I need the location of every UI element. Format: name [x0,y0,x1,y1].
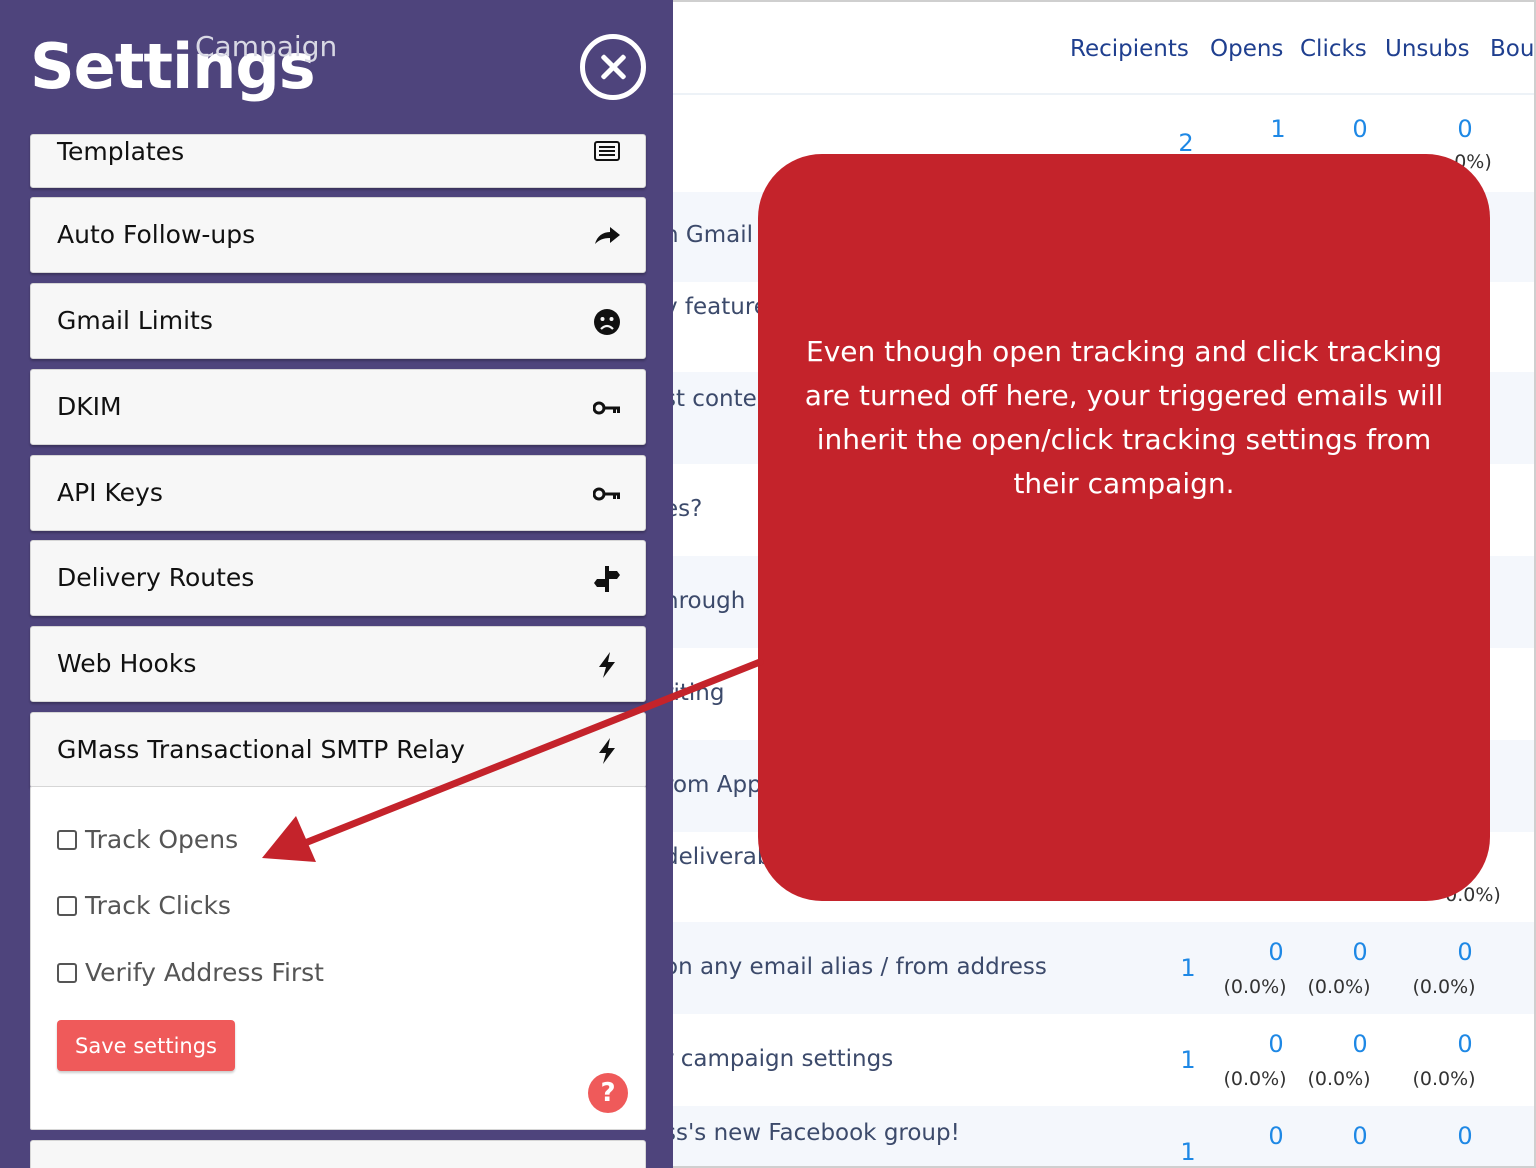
menu-item-web-hooks[interactable]: Web Hooks [30,626,646,702]
clicks-percent: (0.0%) [1307,976,1371,998]
column-bounces[interactable]: Bou [1490,36,1534,62]
recipients-count[interactable]: 1 [1158,1046,1218,1074]
clicks-count[interactable]: 0 [1330,115,1390,143]
callout-text: Even though open tracking and click trac… [804,334,1444,500]
menu-item-auto-follow-ups[interactable]: Auto Follow-ups [30,197,646,273]
key-icon [593,480,621,508]
campaign-subject[interactable]: hrough [664,588,745,614]
column-recipients[interactable]: Recipients [1070,36,1189,62]
opens-percent: (0.0%) [1223,976,1287,998]
recipients-count[interactable]: 1 [1158,1138,1218,1166]
verify-address-label: Verify Address First [85,958,324,987]
list-icon [593,137,621,165]
verify-address-checkbox[interactable] [57,962,77,983]
menu-item-label: Auto Follow-ups [57,220,256,249]
column-opens[interactable]: Opens [1210,36,1283,62]
menu-item-label: GMass Transactional SMTP Relay [57,735,465,764]
opens-percent: (0.0%) [1223,1068,1287,1090]
save-settings-button[interactable]: Save settings [57,1020,235,1071]
unsubs-percent: (0.0%) [1412,1068,1476,1090]
menu-item-delivery-routes[interactable]: Delivery Routes [30,540,646,616]
column-unsubs[interactable]: Unsubs [1385,36,1470,62]
table-row[interactable]: r campaign settings 1 0 0 0 (0.0%) (0.0%… [664,1014,1536,1106]
settings-panel: Settings Templates Auto Follow-ups Gmail… [0,0,673,1168]
menu-item-dkim[interactable]: DKIM [30,369,646,445]
unsubs-count[interactable]: 0 [1435,1030,1495,1058]
menu-item-label: DKIM [57,392,122,421]
opens-count[interactable]: 1 [1248,115,1308,143]
recipients-count[interactable]: 2 [1156,129,1216,157]
key-icon [593,394,621,422]
bolt-icon [593,651,621,679]
menu-item-templates[interactable]: Templates [30,134,646,188]
menu-item-label: API Keys [57,478,163,507]
campaign-subject[interactable]: v feature [664,294,768,320]
campaign-subject[interactable]: rom App [664,772,762,798]
unsubs-percent: (0.0%) [1412,976,1476,998]
campaign-subject[interactable]: r campaign settings [664,1046,893,1072]
track-opens-checkbox[interactable] [57,829,77,850]
menu-item-api-keys[interactable]: API Keys [30,455,646,531]
sad-face-icon [593,308,621,336]
campaign-subject[interactable]: deliverab [664,844,771,870]
campaign-table-header: Recipients Opens Clicks Unsubs Bou [672,0,1536,95]
menu-item-smtp-relay[interactable]: GMass Transactional SMTP Relay [30,712,646,788]
campaign-subject[interactable]: ss's new Facebook group! [664,1120,960,1146]
bolt-icon [593,737,621,765]
campaign-subject[interactable]: st conte [664,386,757,412]
help-button[interactable]: ? [588,1073,628,1113]
close-button[interactable] [580,34,646,100]
clicks-count[interactable]: 0 [1330,938,1390,966]
campaign-subject[interactable]: riting [664,680,724,706]
opens-count[interactable]: 0 [1246,1030,1306,1058]
campaign-subject[interactable]: n Gmail [664,222,753,248]
annotation-callout: Even though open tracking and click trac… [758,154,1490,901]
recipients-count[interactable]: 1 [1158,954,1218,982]
smtp-relay-settings: Track Opens Track Clicks Verify Address … [30,786,646,1130]
clicks-count[interactable]: 0 [1330,1030,1390,1058]
menu-item-label: Delivery Routes [57,563,255,592]
clicks-percent: (0.0%) [1307,1068,1371,1090]
menu-item-label: Templates [57,137,185,166]
table-row[interactable]: ss's new Facebook group! 1 0 0 0 [664,1106,1536,1168]
opens-count[interactable]: 0 [1246,1122,1306,1150]
menu-item-label: Gmail Limits [57,306,213,335]
menu-item-label: Web Hooks [57,649,197,678]
share-arrow-icon [593,222,621,250]
unsubs-count[interactable]: 0 [1435,938,1495,966]
page-title: Settings [30,30,316,103]
unsubs-count[interactable]: 0 [1435,1122,1495,1150]
signpost-icon [593,565,621,593]
column-clicks[interactable]: Clicks [1300,36,1367,62]
menu-item-next[interactable] [30,1140,646,1168]
track-opens-label: Track Opens [85,825,239,854]
track-clicks-checkbox[interactable] [57,895,77,916]
track-clicks-label: Track Clicks [85,891,231,920]
opens-count[interactable]: 0 [1246,938,1306,966]
clicks-count[interactable]: 0 [1330,1122,1390,1150]
unsubs-count[interactable]: 0 [1435,115,1495,143]
menu-item-gmail-limits[interactable]: Gmail Limits [30,283,646,359]
verify-address-option[interactable]: Verify Address First [57,958,324,987]
campaign-subject[interactable]: on any email alias / from address [664,954,1047,980]
track-clicks-option[interactable]: Track Clicks [57,891,231,920]
table-row[interactable]: on any email alias / from address 1 0 0 … [664,922,1536,1014]
track-opens-option[interactable]: Track Opens [57,825,238,854]
